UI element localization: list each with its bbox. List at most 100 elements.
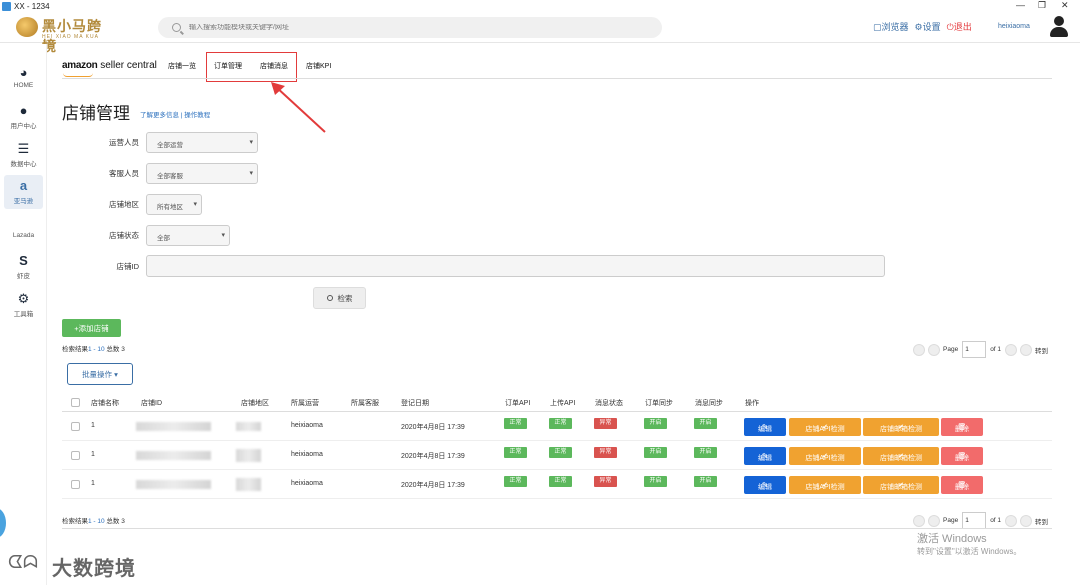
search-icon [172,23,181,32]
col-header: 所属客服 [351,400,379,407]
avatar[interactable] [1049,16,1069,38]
operator-cell: heixiaoma [291,480,323,487]
result-summary-bottom: 检索结果1 - 10 总数 3 [62,518,125,525]
store-id-label: 店铺ID [116,262,140,271]
next-page-button[interactable] [1005,514,1018,527]
logo[interactable]: 黑小马跨境 HEI XIAO MA KUA JING [16,15,116,54]
restore-icon[interactable]: ❐ [1038,0,1046,11]
mail-check-button[interactable]: ✔ 店铺邮箱检测 [863,447,939,465]
date-cell: 2020年4月8日 17:39 [401,482,465,489]
store-id-input[interactable] [146,255,885,277]
amazon-seller-central-logo: amazon seller central [62,60,157,77]
next-page-button[interactable] [1005,343,1018,356]
store-id-redacted [136,422,211,431]
search-button[interactable]: 检索 [313,287,366,309]
operator-label: 运营人员 [109,138,139,147]
col-header: 店铺名称 [91,400,119,407]
prev-page-button[interactable] [928,343,940,356]
activate-windows-subtitle: 转到"设置"以激活 Windows。 [917,547,1022,556]
sidebar-item-label: 用户中心 [10,123,37,130]
operator-cell: heixiaoma [291,422,323,429]
select-all-checkbox[interactable] [71,398,80,407]
row-checkbox[interactable] [71,422,80,431]
page-input[interactable]: 1 [962,341,987,358]
sidebar-item-amazon[interactable]: a 亚马逊 [4,175,43,209]
browser-link[interactable]: ▢浏览器 [873,20,909,33]
close-icon[interactable]: ✕ [1061,0,1069,11]
api-check-button[interactable]: ✔ 店铺API检测 [789,447,861,465]
message-status-badge: 异常 [594,476,617,487]
sidebar-item-data-center[interactable]: ☰ 数据中心 [4,138,43,172]
delete-button[interactable]: 🗑 删除 [941,447,983,465]
delete-button[interactable]: 🗑 删除 [941,418,983,436]
message-sync-badge: 开启 [694,418,717,429]
first-page-button[interactable] [913,514,925,527]
edit-button[interactable]: ✎ 编辑 [744,476,786,494]
search-input[interactable] [189,24,609,31]
help-link[interactable]: 了解更多信息 | 操作教程 [140,109,210,119]
gears-icon: ⚙ [17,291,30,306]
goto-button[interactable]: 转到 [1035,516,1048,526]
mail-check-button[interactable]: ✔ 店铺邮箱检测 [863,418,939,436]
col-header: 消息状态 [595,400,623,407]
sidebar-item-shopee[interactable]: S 虾皮 [4,250,43,284]
api-check-button[interactable]: ✔ 店铺API检测 [789,418,861,436]
message-status-badge: 异常 [594,418,617,429]
region-label: 店铺地区 [109,200,139,209]
col-header: 登记日期 [401,400,429,407]
message-status-badge: 异常 [594,447,617,458]
store-name: 1 [91,480,95,487]
table-row: 1 heixiaoma 2020年4月8日 17:39 正常 正常 异常 开启 … [62,470,1052,499]
upload-api-badge: 正常 [549,476,572,487]
col-header: 店铺地区 [241,400,269,407]
activate-windows-title: 激活 Windows [917,533,987,545]
sidebar-item-lazada[interactable]: Lazada [4,212,43,246]
sidebar-item-home[interactable]: ◕ HOME [4,62,43,96]
prev-page-button[interactable] [928,514,940,527]
region-select[interactable]: 所有地区 [146,194,202,215]
database-icon: ☰ [17,141,30,156]
service-select[interactable]: 全部客服 [146,163,258,184]
first-page-button[interactable] [913,343,925,356]
username[interactable]: heixiaoma [998,23,1030,30]
status-select[interactable]: 全部 [146,225,230,246]
row-checkbox[interactable] [71,480,80,489]
goto-button[interactable]: 转到 [1035,345,1048,355]
mail-check-button[interactable]: ✔ 店铺邮箱检测 [863,476,939,494]
batch-actions-dropdown[interactable]: 批量操作 ▾ [67,363,133,385]
service-label: 客服人员 [109,169,139,178]
minimize-icon[interactable]: — [1016,0,1025,10]
message-sync-badge: 开启 [694,447,717,458]
delete-button[interactable]: 🗑 删除 [941,476,983,494]
sidebar-item-user-center[interactable]: ● 用户中心 [4,100,43,134]
store-region-redacted [236,478,261,491]
sidebar-item-toolbox[interactable]: ⚙ 工具箱 [4,288,43,322]
last-page-button[interactable] [1020,514,1033,527]
add-store-button[interactable]: +添加店铺 [62,319,121,337]
last-page-button[interactable] [1020,343,1033,356]
order-sync-badge: 开启 [644,418,667,429]
sidebar-item-label: Lazada [12,232,35,239]
tab-divider [62,78,1052,79]
date-cell: 2020年4月8日 17:39 [401,424,465,431]
sidebar-item-label: 数据中心 [10,161,37,168]
annotation-arrow [271,82,326,133]
edit-button[interactable]: ✎ 编辑 [744,418,786,436]
sidebar-item-label: 虾皮 [17,273,30,280]
store-id-redacted [136,451,211,460]
tab-store-overview[interactable]: 店铺一览 [168,61,196,71]
logout-link[interactable]: ⏻退出 [947,20,972,33]
sidebar-item-label: 工具箱 [13,311,34,318]
main-content: amazon seller central 店铺一览 订单管理 店铺消息 店铺K… [47,44,1080,585]
table-row: 1 heixiaoma 2020年4月8日 17:39 正常 正常 异常 开启 … [62,412,1052,441]
table-row: 1 heixiaoma 2020年4月8日 17:39 正常 正常 异常 开启 … [62,441,1052,470]
settings-link[interactable]: ⚙设置 [915,20,941,33]
tab-store-kpi[interactable]: 店铺KPI [306,61,331,71]
operator-select[interactable]: 全部运营 [146,132,258,153]
store-name: 1 [91,422,95,429]
row-checkbox[interactable] [71,451,80,460]
api-check-button[interactable]: ✔ 店铺API检测 [789,476,861,494]
edit-button[interactable]: ✎ 编辑 [744,447,786,465]
order-api-badge: 正常 [504,418,527,429]
page-input[interactable]: 1 [962,512,987,529]
